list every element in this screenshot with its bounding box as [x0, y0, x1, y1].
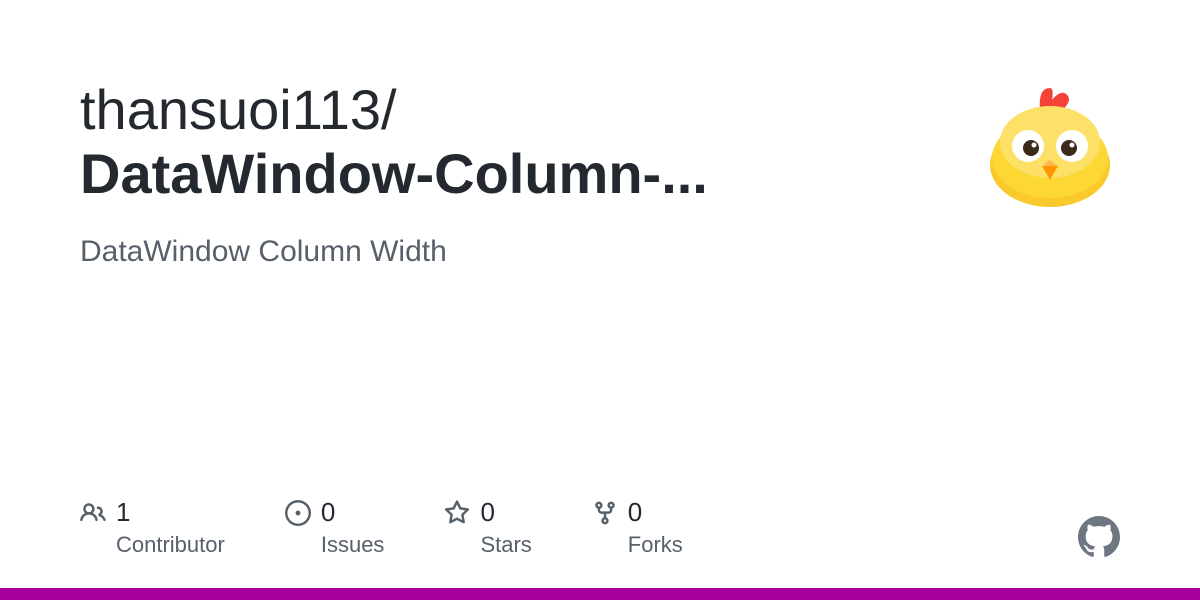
stats-row: 1 Contributor 0 Issues 0 Stars [80, 497, 1120, 558]
stat-top: 0 [592, 497, 683, 528]
issues-count: 0 [321, 497, 335, 528]
contributors-count: 1 [116, 497, 130, 528]
repo-title: thansuoi113/ DataWindow-Column-... [80, 78, 940, 207]
stat-contributors[interactable]: 1 Contributor [80, 497, 225, 558]
fork-icon [592, 500, 618, 526]
repo-owner[interactable]: thansuoi113 [80, 78, 381, 141]
stat-top: 0 [285, 497, 385, 528]
stat-forks[interactable]: 0 Forks [592, 497, 683, 558]
people-icon [80, 500, 106, 526]
contributors-label: Contributor [116, 532, 225, 558]
issues-label: Issues [321, 532, 385, 558]
github-logo-icon[interactable] [1078, 516, 1120, 558]
forks-count: 0 [628, 497, 642, 528]
star-icon [444, 500, 470, 526]
stat-top: 0 [444, 497, 531, 528]
language-accent-bar [0, 588, 1200, 600]
repo-name[interactable]: DataWindow-Column-... [80, 142, 940, 206]
header-row: thansuoi113/ DataWindow-Column-... DataW… [80, 78, 1120, 269]
issue-icon [285, 500, 311, 526]
repo-description: DataWindow Column Width [80, 235, 940, 269]
forks-label: Forks [628, 532, 683, 558]
slash: / [381, 78, 397, 141]
stars-count: 0 [480, 497, 494, 528]
stat-stars[interactable]: 0 Stars [444, 497, 531, 558]
stars-label: Stars [480, 532, 531, 558]
avatar[interactable] [980, 70, 1120, 210]
repo-card: thansuoi113/ DataWindow-Column-... DataW… [0, 0, 1200, 600]
stat-top: 1 [80, 497, 225, 528]
title-block: thansuoi113/ DataWindow-Column-... DataW… [80, 78, 940, 269]
stat-issues[interactable]: 0 Issues [285, 497, 385, 558]
chick-icon [980, 70, 1120, 210]
